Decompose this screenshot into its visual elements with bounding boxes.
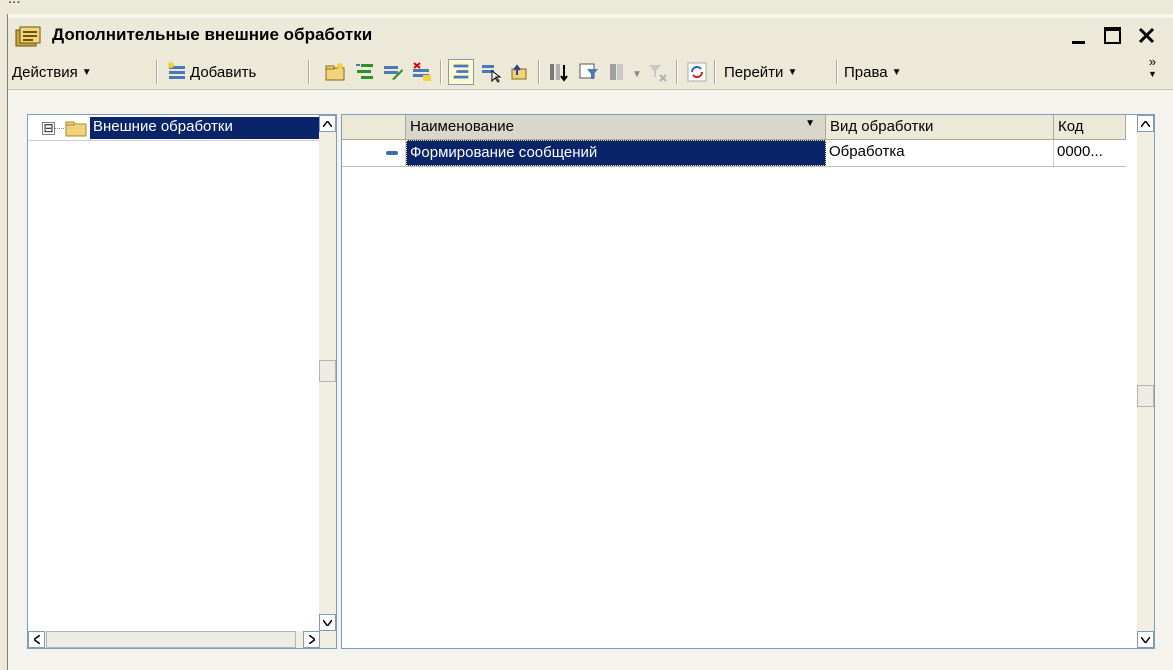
actions-menu-button[interactable]: Действия ▼ — [12, 59, 92, 85]
scroll-thumb[interactable] — [46, 631, 296, 648]
tree-item-root[interactable]: ⊟ Внешние обработки — [28, 115, 321, 141]
scroll-left-icon[interactable] — [28, 631, 45, 648]
tree-item-label[interactable]: Внешние обработки — [90, 117, 321, 139]
column-header-label: Код — [1058, 118, 1084, 135]
cell-name[interactable]: Формирование сообщений — [406, 140, 826, 166]
processings-list[interactable]: Наименование ▼ Вид обработки Код Формиро… — [341, 114, 1155, 649]
actions-label: Действия — [12, 63, 78, 81]
refresh-icon[interactable] — [686, 61, 708, 83]
toolbar-separator — [156, 60, 158, 84]
collapse-icon[interactable]: ⊟ — [42, 122, 55, 135]
folder-tree[interactable]: ⊟ Внешние обработки — [27, 114, 337, 649]
filter-icon[interactable] — [578, 61, 600, 83]
toolbar-separator — [308, 60, 310, 84]
toolbar-separator — [538, 60, 540, 84]
folder-icon — [65, 121, 87, 137]
list-vertical-scrollbar[interactable] — [1137, 115, 1154, 648]
maximize-icon[interactable] — [1100, 24, 1126, 48]
toolbar: Действия ▼ Добавить ▼ Перейти ▼ Права ▼ … — [8, 54, 1173, 90]
toolbar-separator — [676, 60, 678, 84]
column-header-label: Вид обработки — [830, 118, 934, 135]
scroll-up-icon[interactable] — [1137, 115, 1154, 132]
scroll-up-icon[interactable] — [319, 115, 336, 132]
column-header-marker[interactable] — [342, 115, 406, 140]
column-header-kind[interactable]: Вид обработки — [826, 115, 1054, 140]
add-button[interactable]: Добавить — [166, 59, 256, 85]
column-header-code[interactable]: Код — [1054, 115, 1126, 140]
filter-sort-icon[interactable] — [548, 61, 570, 83]
column-header-label: Наименование — [410, 118, 514, 135]
copy-icon[interactable] — [353, 61, 375, 83]
sort-down-icon: ▼ — [805, 118, 815, 129]
toolbar-separator — [440, 60, 442, 84]
column-header-name[interactable]: Наименование ▼ — [406, 115, 826, 140]
tree-vertical-scrollbar[interactable] — [319, 115, 336, 648]
row-marker — [342, 140, 406, 166]
goto-label: Перейти — [724, 63, 784, 81]
add-icon — [168, 62, 185, 79]
scroll-down-icon[interactable] — [1137, 631, 1154, 648]
toolbar-separator — [714, 60, 716, 84]
add-folder-icon[interactable] — [324, 61, 346, 83]
level-up-icon[interactable] — [508, 61, 530, 83]
delete-mark-icon[interactable] — [411, 61, 433, 83]
title-bar[interactable]: Дополнительные внешние обработки — [8, 18, 1173, 54]
window-title: Дополнительные внешние обработки — [52, 25, 373, 44]
filter-history-icon[interactable] — [608, 61, 630, 83]
chevron-down-icon: ▼ — [81, 66, 92, 78]
processing-app-icon — [15, 26, 41, 47]
scroll-down-icon[interactable] — [319, 614, 336, 631]
table-row[interactable]: Формирование сообщений Обработка 0000... — [342, 140, 1126, 167]
chevron-down-icon: ▼ — [891, 66, 902, 78]
toolbar-separator — [836, 60, 838, 84]
clear-filter-icon[interactable] — [646, 61, 668, 83]
cell-code[interactable]: 0000... — [1054, 140, 1126, 166]
processing-window: Дополнительные внешние обработки Действи… — [7, 14, 1173, 670]
rights-label: Права — [844, 63, 888, 81]
minimize-icon[interactable] — [1066, 24, 1092, 48]
rights-menu-button[interactable]: Права ▼ — [844, 59, 902, 85]
overflow-icon: » — [1148, 54, 1157, 69]
tree-horizontal-scrollbar[interactable] — [28, 631, 321, 648]
chevron-down-icon[interactable]: ▼ — [632, 61, 642, 87]
scroll-thumb[interactable] — [1137, 385, 1154, 407]
select-pointer-icon[interactable] — [480, 61, 502, 83]
scroll-thumb[interactable] — [319, 360, 336, 382]
content-area: ⊟ Внешние обработки Наименование ▼ Вид о… — [8, 91, 1173, 670]
element-icon — [386, 151, 398, 155]
chevron-down-icon: ▼ — [1148, 69, 1157, 79]
close-icon[interactable] — [1134, 24, 1160, 48]
background-caption: ... — [8, 0, 21, 7]
cell-kind[interactable]: Обработка — [826, 140, 1054, 166]
toolbar-overflow-button[interactable]: » ▼ — [1148, 54, 1157, 82]
scroll-right-icon[interactable] — [303, 631, 320, 648]
edit-icon[interactable] — [382, 61, 404, 83]
tree-connector — [55, 128, 64, 129]
add-label: Добавить — [190, 63, 257, 81]
chevron-down-icon: ▼ — [787, 66, 798, 78]
hierarchy-view-icon[interactable] — [448, 59, 474, 85]
goto-menu-button[interactable]: Перейти ▼ — [724, 59, 797, 85]
